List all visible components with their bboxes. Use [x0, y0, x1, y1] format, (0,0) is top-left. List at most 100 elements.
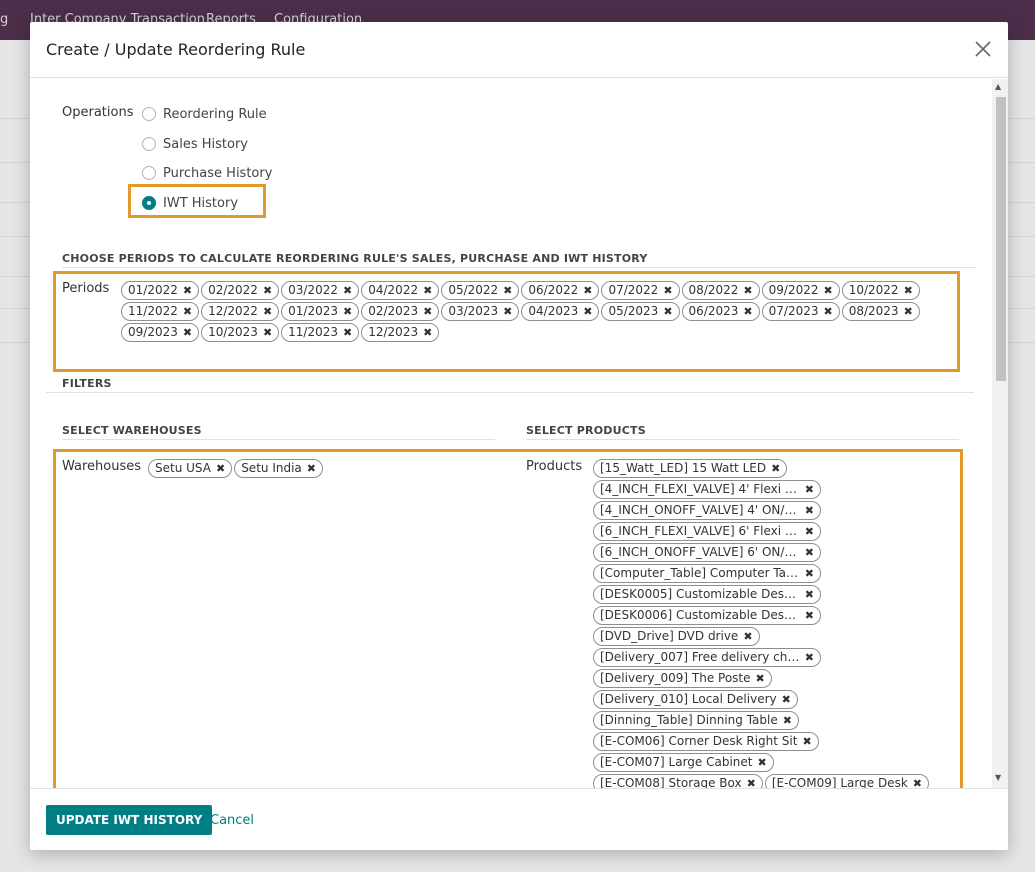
radio-sales-history[interactable]: Sales History	[142, 134, 248, 154]
remove-tag-icon[interactable]: ✖	[743, 303, 752, 320]
tag-label: 02/2022	[208, 283, 258, 297]
tag-chip: 09/2023 ✖	[121, 323, 200, 342]
tag-label: 03/2022	[288, 283, 339, 297]
operations-label: Operations	[62, 105, 134, 120]
tag-label: [6_INCH_FLEXI_VALVE] 6' Flexi Valve	[600, 524, 800, 538]
remove-tag-icon[interactable]: ✖	[805, 481, 814, 498]
remove-tag-icon[interactable]: ✖	[743, 628, 752, 645]
remove-tag-icon[interactable]: ✖	[904, 303, 913, 320]
dialog-footer: UPDATE IWT HISTORY Cancel	[30, 788, 1008, 850]
remove-tag-icon[interactable]: ✖	[263, 282, 272, 299]
radio-purchase-history[interactable]: Purchase History	[142, 163, 272, 183]
tag-chip: [4_INCH_ONOFF_VALVE] 4' ON/OFF Valve ✖	[593, 501, 821, 520]
radio-button[interactable]	[142, 166, 156, 180]
remove-tag-icon[interactable]: ✖	[805, 586, 814, 603]
remove-tag-icon[interactable]: ✖	[343, 303, 352, 320]
remove-tag-icon[interactable]: ✖	[423, 282, 432, 299]
tag-chip: Setu India ✖	[234, 459, 323, 478]
tag-chip: 03/2023 ✖	[441, 302, 520, 321]
remove-tag-icon[interactable]: ✖	[183, 324, 192, 341]
remove-tag-icon[interactable]: ✖	[904, 282, 913, 299]
products-tag-field[interactable]: [15_Watt_LED] 15 Watt LED ✖ [4_INCH_FLEXI_…	[593, 459, 945, 788]
tag-chip: 08/2022 ✖	[681, 281, 760, 300]
remove-tag-icon[interactable]: ✖	[771, 460, 780, 477]
tag-label: [E-COM08] Storage Box	[600, 776, 742, 788]
tag-label: [Computer_Table] Computer Table	[600, 566, 800, 580]
radio-button[interactable]	[142, 137, 156, 151]
tag-label: [Delivery_010] Local Delivery	[600, 692, 777, 706]
dialog-scrollbar[interactable]: ▲ ▼	[992, 79, 1008, 788]
remove-tag-icon[interactable]: ✖	[343, 324, 352, 341]
remove-tag-icon[interactable]: ✖	[743, 282, 752, 299]
remove-tag-icon[interactable]: ✖	[423, 324, 432, 341]
tag-chip: 06/2023 ✖	[681, 302, 760, 321]
remove-tag-icon[interactable]: ✖	[805, 502, 814, 519]
remove-tag-icon[interactable]: ✖	[343, 282, 352, 299]
radio-label: Reordering Rule	[163, 106, 267, 122]
remove-tag-icon[interactable]: ✖	[503, 282, 512, 299]
section-divider	[526, 439, 959, 440]
remove-tag-icon[interactable]: ✖	[663, 303, 672, 320]
remove-tag-icon[interactable]: ✖	[805, 523, 814, 540]
tag-chip: [4_INCH_FLEXI_VALVE] 4' Flexi Valve ✖	[593, 480, 821, 499]
close-button[interactable]	[970, 36, 996, 62]
update-iwt-history-button[interactable]: UPDATE IWT HISTORY	[46, 805, 213, 835]
tag-label: [Delivery_009] The Poste	[600, 671, 751, 685]
tag-label: [15_Watt_LED] 15 Watt LED	[600, 461, 767, 475]
remove-tag-icon[interactable]: ✖	[805, 607, 814, 624]
tag-chip: [6_INCH_ONOFF_VALVE] 6' ON/OFF Valve ✖	[593, 543, 821, 562]
radio-iwt-history[interactable]: IWT History	[142, 193, 238, 213]
remove-tag-icon[interactable]: ✖	[805, 649, 814, 666]
tag-label: 08/2022	[688, 283, 739, 297]
periods-tag-field[interactable]: 01/2022 ✖ 02/2022 ✖ 03/2022 ✖ 04/2022 ✖ 05/2022 ✖…	[121, 281, 941, 344]
tag-label: [E-COM06] Corner Desk Right Sit	[600, 734, 798, 748]
radio-button[interactable]	[142, 107, 156, 121]
remove-tag-icon[interactable]: ✖	[423, 303, 432, 320]
warehouses-tag-field[interactable]: Setu USA ✖ Setu India ✖	[148, 459, 488, 480]
remove-tag-icon[interactable]: ✖	[802, 733, 811, 750]
remove-tag-icon[interactable]: ✖	[307, 460, 316, 477]
remove-tag-icon[interactable]: ✖	[747, 775, 756, 788]
tag-chip: 04/2023 ✖	[521, 302, 600, 321]
nav-item-partial[interactable]: g	[0, 12, 8, 27]
tag-label: 05/2022	[448, 283, 499, 297]
scroll-down-arrow-icon[interactable]: ▼	[995, 774, 1001, 782]
tag-label: [Dinning_Table] Dinning Table	[600, 713, 778, 727]
remove-tag-icon[interactable]: ✖	[756, 670, 765, 687]
remove-tag-icon[interactable]: ✖	[583, 303, 592, 320]
remove-tag-icon[interactable]: ✖	[183, 303, 192, 320]
tag-label: 08/2023	[848, 304, 899, 318]
tag-chip: [Dinning_Table] Dinning Table ✖	[593, 711, 799, 730]
remove-tag-icon[interactable]: ✖	[805, 544, 814, 561]
remove-tag-icon[interactable]: ✖	[823, 282, 832, 299]
remove-tag-icon[interactable]: ✖	[216, 460, 225, 477]
remove-tag-icon[interactable]: ✖	[913, 775, 922, 788]
scrollbar-thumb[interactable]	[996, 97, 1006, 381]
tag-chip: 02/2022 ✖	[201, 281, 280, 300]
cancel-button[interactable]: Cancel	[202, 805, 262, 835]
remove-tag-icon[interactable]: ✖	[503, 303, 512, 320]
tag-chip: 09/2022 ✖	[761, 281, 840, 300]
dialog-body: Operations Reordering Rule Sales History…	[30, 79, 1008, 788]
remove-tag-icon[interactable]: ✖	[183, 282, 192, 299]
remove-tag-icon[interactable]: ✖	[263, 324, 272, 341]
scroll-up-arrow-icon[interactable]: ▲	[995, 83, 1001, 91]
close-icon	[975, 41, 991, 57]
tag-label: 12/2022	[208, 304, 258, 318]
remove-tag-icon[interactable]: ✖	[263, 303, 272, 320]
remove-tag-icon[interactable]: ✖	[805, 565, 814, 582]
radio-button-checked[interactable]	[142, 196, 156, 210]
remove-tag-icon[interactable]: ✖	[783, 712, 792, 729]
radio-label: Sales History	[163, 136, 248, 152]
remove-tag-icon[interactable]: ✖	[823, 303, 832, 320]
remove-tag-icon[interactable]: ✖	[583, 282, 592, 299]
radio-reordering-rule[interactable]: Reordering Rule	[142, 104, 267, 124]
tag-label: 04/2023	[528, 304, 579, 318]
tag-label: 10/2023	[208, 325, 258, 339]
tag-chip: 07/2022 ✖	[601, 281, 680, 300]
tag-chip: [E-COM09] Large Desk ✖	[764, 774, 929, 788]
remove-tag-icon[interactable]: ✖	[663, 282, 672, 299]
remove-tag-icon[interactable]: ✖	[782, 691, 791, 708]
tag-chip: 01/2023 ✖	[281, 302, 360, 321]
remove-tag-icon[interactable]: ✖	[758, 754, 767, 771]
